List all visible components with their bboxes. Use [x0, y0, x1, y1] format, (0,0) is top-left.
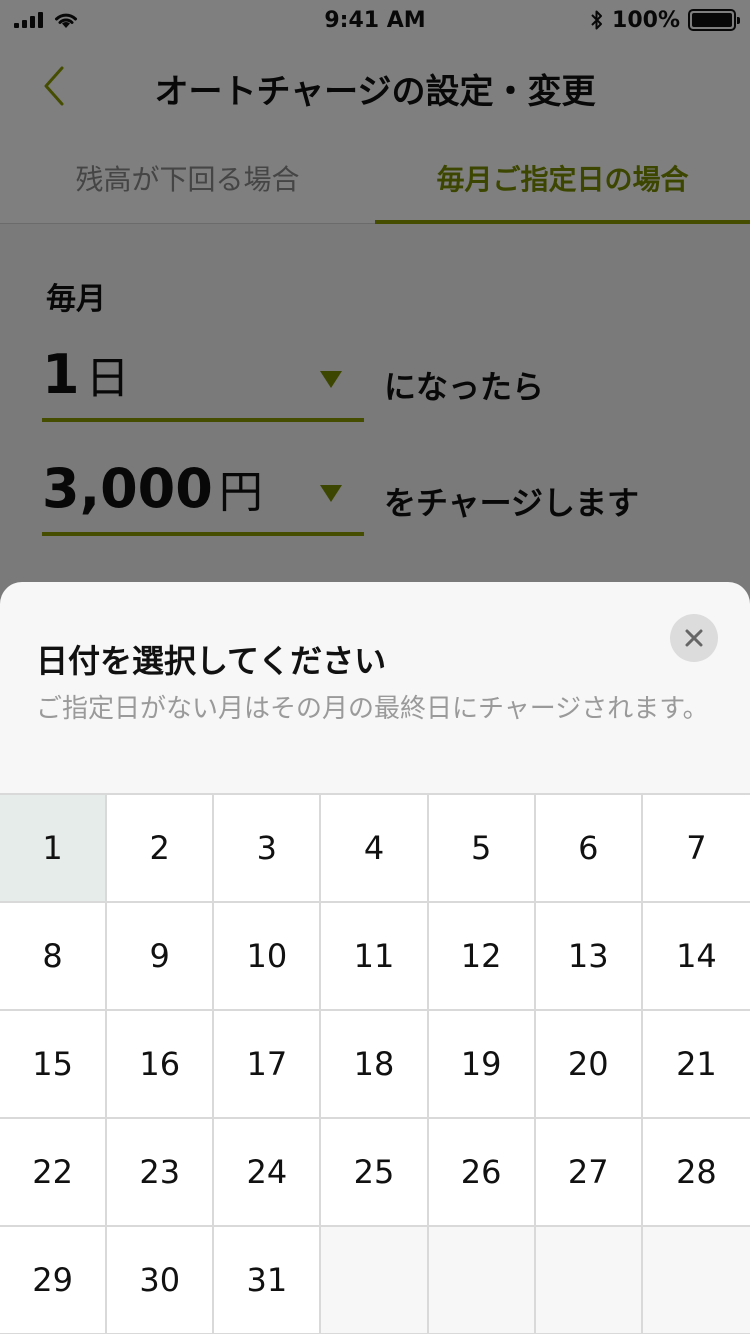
day-cell[interactable]: 16	[107, 1011, 215, 1119]
day-cell[interactable]: 27	[535, 1119, 643, 1227]
day-cell[interactable]: 13	[535, 903, 643, 1011]
date-picker-sheet: 日付を選択してください ご指定日がない月はその月の最終日にチャージされます。 1…	[0, 582, 750, 1334]
day-cell[interactable]: 17	[214, 1011, 322, 1119]
day-cell[interactable]: 29	[0, 1227, 108, 1334]
empty-day-cell	[428, 1227, 536, 1334]
close-icon	[685, 629, 703, 647]
sheet-note: ご指定日がない月はその月の最終日にチャージされます。	[36, 694, 709, 724]
day-cell[interactable]: 23	[107, 1119, 215, 1227]
day-cell[interactable]: 22	[0, 1119, 108, 1227]
sheet-title: 日付を選択してください	[36, 642, 387, 680]
day-cell[interactable]: 19	[428, 1011, 536, 1119]
empty-day-cell	[642, 1227, 750, 1334]
day-cell[interactable]: 15	[0, 1011, 108, 1119]
day-cell[interactable]: 21	[642, 1011, 750, 1119]
day-cell[interactable]: 9	[107, 903, 215, 1011]
day-cell[interactable]: 8	[0, 903, 108, 1011]
day-cell[interactable]: 24	[214, 1119, 322, 1227]
day-grid: 1 2 3 4 5 6 7 8 9 10 11 12 13 14 15 16 17 18 19 20 21 22 23 24 2…	[0, 793, 750, 1334]
day-cell[interactable]: 14	[642, 903, 750, 1011]
day-cell[interactable]: 18	[321, 1011, 429, 1119]
empty-day-cell	[535, 1227, 643, 1334]
day-cell[interactable]: 25	[321, 1119, 429, 1227]
day-cell[interactable]: 28	[642, 1119, 750, 1227]
day-cell[interactable]: 12	[428, 903, 536, 1011]
day-cell[interactable]: 7	[642, 795, 750, 903]
day-cell[interactable]: 3	[214, 795, 322, 903]
day-cell[interactable]: 1	[0, 795, 108, 903]
day-cell[interactable]: 11	[321, 903, 429, 1011]
day-cell[interactable]: 2	[107, 795, 215, 903]
day-cell[interactable]: 30	[107, 1227, 215, 1334]
day-cell[interactable]: 10	[214, 903, 322, 1011]
close-button[interactable]	[670, 614, 718, 662]
day-cell[interactable]: 26	[428, 1119, 536, 1227]
day-cell[interactable]: 6	[535, 795, 643, 903]
day-cell[interactable]: 4	[321, 795, 429, 903]
day-cell[interactable]: 20	[535, 1011, 643, 1119]
empty-day-cell	[321, 1227, 429, 1334]
day-cell[interactable]: 31	[214, 1227, 322, 1334]
day-cell[interactable]: 5	[428, 795, 536, 903]
